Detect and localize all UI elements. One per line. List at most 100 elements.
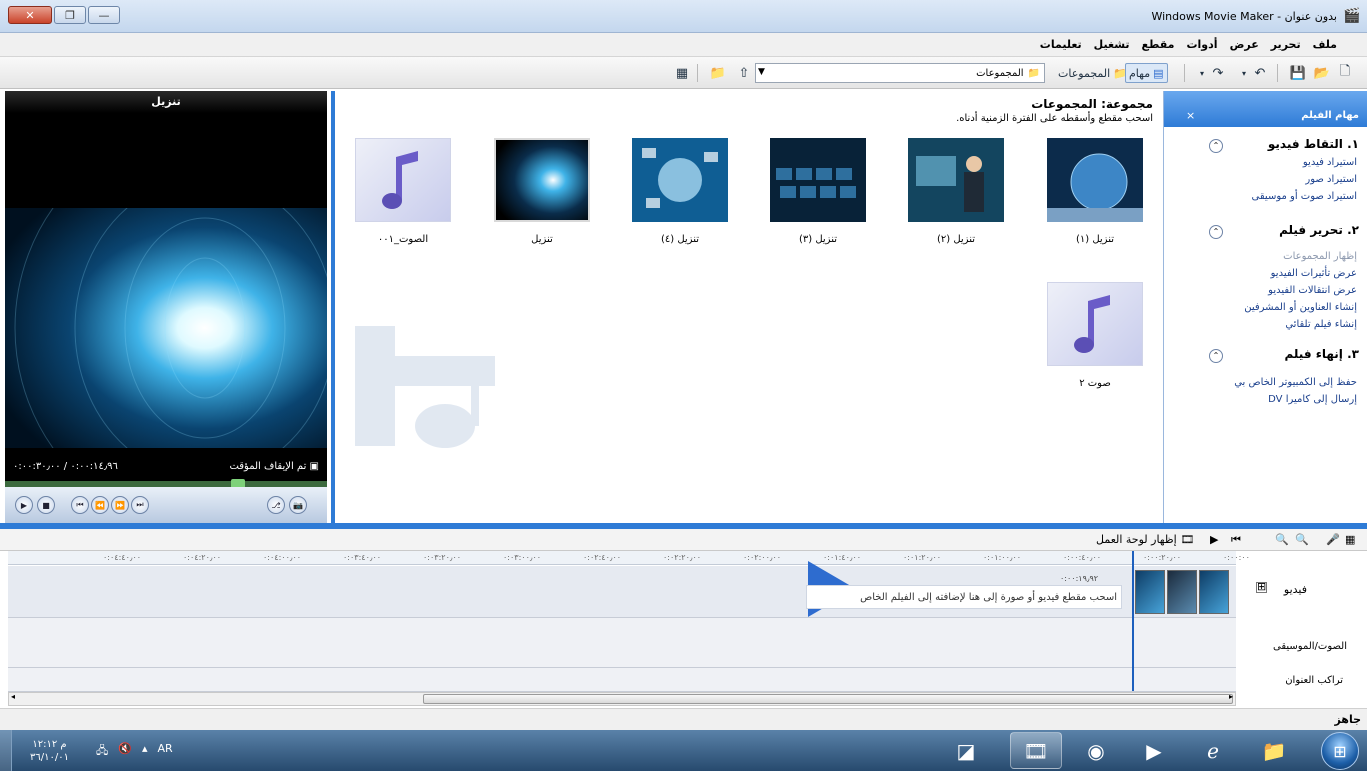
redo-dropdown-icon[interactable]: ▾ <box>1192 63 1212 83</box>
undo-dropdown-icon[interactable]: ▾ <box>1234 63 1254 83</box>
ruler-tick: ٠:٠٣:٢٠٫٠٠ <box>423 553 462 562</box>
volume-muted-icon[interactable]: 🔇 <box>118 742 132 761</box>
collections-folder-icon: 📁 <box>1027 67 1040 79</box>
open-project-icon[interactable]: 📂 <box>1312 63 1332 83</box>
show-desktop-button[interactable] <box>0 730 12 771</box>
collections-select[interactable]: 📁 المجموعات ▼ <box>755 63 1045 83</box>
task-link-titles-credits[interactable]: إنشاء العناوين أو المشرفين <box>1244 302 1357 313</box>
play-icon[interactable]: ▶ <box>15 496 33 514</box>
save-project-icon[interactable]: 💾 <box>1288 63 1308 83</box>
timeline-clip[interactable] <box>1167 570 1197 614</box>
minimize-button[interactable]: — <box>88 6 120 24</box>
chrome-icon[interactable]: ◉ <box>1070 732 1122 769</box>
file-explorer-icon[interactable]: 📁 <box>1248 732 1300 769</box>
title-overlay-track[interactable] <box>8 668 1236 692</box>
task-link-send-to-dv-camera[interactable]: إرسال إلى كاميرا DV <box>1268 394 1357 405</box>
clip-item[interactable]: تنزيل (٢) <box>908 138 1004 245</box>
close-button[interactable]: ✕ <box>8 6 52 24</box>
tasks-header: مهام الفيلم × <box>1164 91 1367 127</box>
movie-maker-taskbar-icon[interactable]: 🎞 <box>1010 732 1062 769</box>
timeline-drop-hint: اسحب مقطع فيديو أو صورة إلى هنا لإضافته … <box>806 585 1122 609</box>
storyboard-icon[interactable]: ▦ <box>1345 533 1355 546</box>
clip-item[interactable]: تنزيل <box>494 138 590 245</box>
playhead[interactable] <box>1132 551 1134 691</box>
ruler-tick: ٠:٠٤:٠٠٫٠٠ <box>263 553 302 562</box>
media-player-icon[interactable]: ▶ <box>1128 732 1180 769</box>
clip-label: تنزيل <box>531 234 553 245</box>
language-indicator[interactable]: AR <box>158 742 173 761</box>
taskbar-app-icon[interactable]: ◪ <box>940 732 992 769</box>
collapse-icon[interactable]: ⌃ <box>1209 139 1223 153</box>
timeline-ruler[interactable]: ٠:٠٠:٠٠ ٠:٠٠:٢٠٫٠٠ ٠:٠٠:٤٠٫٠٠ ٠:٠١:٠٠٫٠٠… <box>8 551 1250 565</box>
track-label-title-overlay: تراكب العنوان <box>1285 675 1343 686</box>
task-link-video-transitions[interactable]: عرض انتقالات الفيديو <box>1268 285 1357 296</box>
timeline-clip[interactable] <box>1135 570 1165 614</box>
collapse-icon[interactable]: ⌃ <box>1209 225 1223 239</box>
new-collection-icon[interactable]: 📁 <box>708 63 728 83</box>
fast-forward-icon[interactable]: ⏩ <box>111 496 129 514</box>
expand-video-track-icon[interactable]: ⊞ <box>1256 581 1267 593</box>
menu-help[interactable]: تعليمات <box>1034 38 1088 51</box>
close-tasks-icon[interactable]: × <box>1186 109 1195 122</box>
start-button[interactable]: ⊞ <box>1321 732 1359 770</box>
new-project-icon[interactable]: 🗋 <box>1335 63 1355 83</box>
next-frame-icon[interactable]: ⏭ <box>131 496 149 514</box>
menu-file[interactable]: ملف <box>1307 38 1343 51</box>
zoom-in-icon[interactable]: 🔍 <box>1295 533 1309 546</box>
split-clip-icon[interactable]: ⎇ <box>267 496 285 514</box>
stop-icon[interactable]: ■ <box>37 496 55 514</box>
task-link-import-audio[interactable]: استيراد صوت أو موسيقى <box>1252 191 1357 202</box>
take-picture-icon[interactable]: 📷 <box>289 496 307 514</box>
task-link-import-video[interactable]: استيراد فيديو <box>1303 157 1357 168</box>
menu-view[interactable]: عرض <box>1224 38 1265 51</box>
zoom-out-icon[interactable]: 🔍 <box>1275 533 1289 546</box>
task-link-show-collections[interactable]: إظهار المجموعات <box>1283 251 1357 262</box>
menu-clip[interactable]: مقطع <box>1136 38 1181 51</box>
scroll-right-icon[interactable]: ▸ <box>1229 692 1233 701</box>
task-link-save-to-computer[interactable]: حفظ إلى الكمبيوتر الخاص بي <box>1234 377 1357 388</box>
clip-item[interactable]: الصوت_٠٠١ <box>355 138 451 245</box>
up-one-level-icon[interactable]: ⇧ <box>734 63 754 83</box>
clip-item[interactable]: تنزيل (٤) <box>632 138 728 245</box>
taskbar-clock[interactable]: م ١٢:١٢ ٣٦/١٠/٠١ <box>30 738 69 764</box>
audio-track[interactable] <box>8 618 1236 668</box>
internet-explorer-icon[interactable]: ℯ <box>1187 732 1239 769</box>
clip-item[interactable]: تنزيل (٣) <box>770 138 866 245</box>
task-group-title[interactable]: ١. التقاط فيديو <box>1268 137 1359 151</box>
collections-button[interactable]: المجموعات 📁 <box>1055 63 1130 83</box>
ruler-tick: ٠:٠٤:٤٠٫٠٠ <box>103 553 142 562</box>
rewind-icon[interactable]: ⏪ <box>91 496 109 514</box>
maximize-button[interactable]: ❐ <box>54 6 86 24</box>
status-icon: ▣ <box>309 461 319 472</box>
menu-tools[interactable]: أدوات <box>1180 38 1223 51</box>
task-link-video-effects[interactable]: عرض تأثيرات الفيديو <box>1271 268 1357 279</box>
narrate-icon[interactable]: 🎤 <box>1326 533 1340 546</box>
task-group-title[interactable]: ٣. إنهاء فيلم <box>1285 347 1360 361</box>
network-icon[interactable]: 🖧 <box>96 742 108 761</box>
collapse-icon[interactable]: ⌃ <box>1209 349 1223 363</box>
play-timeline-icon[interactable]: ▶ <box>1210 533 1218 546</box>
globe-image <box>1047 138 1143 222</box>
show-storyboard-button[interactable]: 🎞 إظهار لوحة العمل <box>1096 533 1194 546</box>
tray-expand-icon[interactable]: ▴ <box>142 742 148 761</box>
menu-play[interactable]: تشغيل <box>1088 38 1136 51</box>
tasks-button[interactable]: مهام ▤ <box>1125 63 1168 83</box>
scroll-left-icon[interactable]: ◂ <box>11 692 15 701</box>
views-icon[interactable]: ▦ <box>672 63 692 83</box>
binary-tunnel-image <box>496 140 588 220</box>
preview-monitor: تنزيل ٠:٠٠:١٤٫٩٦ / ٠:٠٠:٣٠٫٠٠ ▣ تم الإيق… <box>5 91 327 523</box>
clip-item[interactable]: تنزيل (١) <box>1047 138 1143 245</box>
timeline-scrollbar[interactable]: ◂ ▸ <box>8 692 1236 706</box>
clip-item[interactable]: صوت ٢ <box>1047 282 1143 389</box>
timeline-clip[interactable] <box>1199 570 1229 614</box>
task-group-title[interactable]: ٢. تحرير فيلم <box>1279 223 1359 237</box>
task-link-import-pictures[interactable]: استيراد صور <box>1305 174 1357 185</box>
film-music-watermark-icon <box>355 326 495 448</box>
previous-frame-icon[interactable]: ⏮ <box>71 496 89 514</box>
music-note-icon <box>382 151 418 209</box>
businessman-image <box>908 138 1004 222</box>
menu-edit[interactable]: تحرير <box>1265 38 1307 51</box>
task-link-automovie[interactable]: إنشاء فيلم تلقائي <box>1285 319 1357 330</box>
rewind-timeline-icon[interactable]: ⏮ <box>1231 533 1241 547</box>
scrollbar-thumb[interactable] <box>423 694 1233 704</box>
